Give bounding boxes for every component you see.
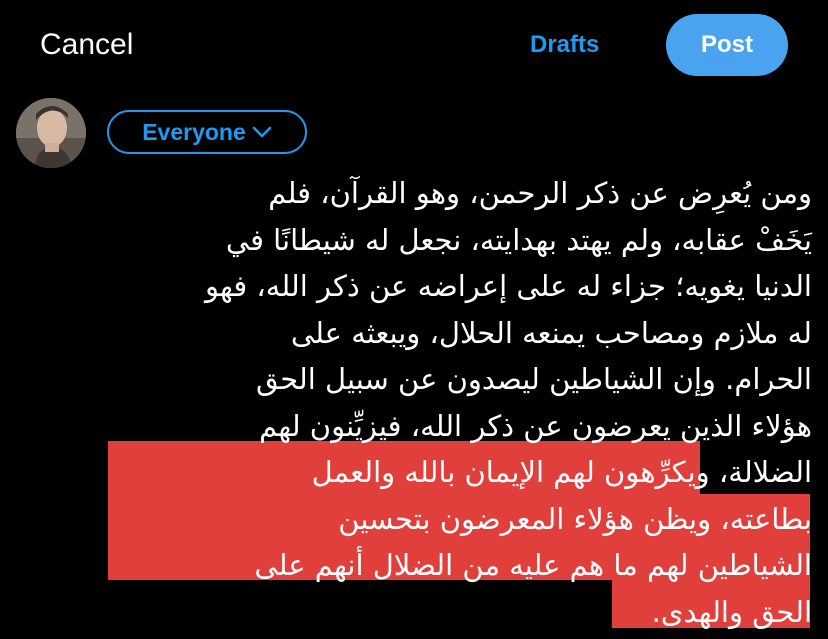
audience-label: Everyone <box>142 118 246 145</box>
audience-selector[interactable]: Everyone <box>107 110 307 154</box>
profile-photo-icon <box>16 98 86 168</box>
post-button[interactable]: Post <box>666 14 788 76</box>
drafts-button[interactable]: Drafts <box>530 28 599 62</box>
text-line: ومن يُعرِض عن ذكر الرحمن، وهو القرآن، فل… <box>268 176 812 210</box>
text-line-highlighted: بطاعته، ويظن هؤلاء المعرضون بتحسين <box>338 501 812 536</box>
text-line: يَخَفْ عقابه، ولم يهتد بهدايته، نجعل له … <box>225 222 812 257</box>
text-line-mixed: الضلالة، ويكرِّهون لهم الإيمان بالله وال… <box>96 449 812 496</box>
text-plain-segment: الضلالة، <box>718 455 812 489</box>
avatar[interactable] <box>16 98 86 168</box>
text-highlight-segment: ويكرِّهون لهم الإيمان بالله والعمل <box>311 455 710 489</box>
text-line-highlighted: الشياطين لهم ما هم عليه من الضلال أنهم ع… <box>254 548 812 582</box>
compose-header: Cancel Drafts Post <box>0 0 828 90</box>
compose-text-area[interactable]: ومن يُعرِض عن ذكر الرحمن، وهو القرآن، فل… <box>96 170 812 635</box>
text-line: له ملازم ومصاحب يمنعه الحلال، ويبعثه على <box>290 315 812 350</box>
cancel-button[interactable]: Cancel <box>40 26 133 64</box>
text-line: الدنيا يغويه؛ جزاء له على إعراضه عن ذكر … <box>204 269 812 303</box>
text-line-highlighted: الحق والهدى. <box>651 594 812 629</box>
chevron-down-icon <box>252 126 272 138</box>
text-line: الحرام. وإن الشياطين ليصدون عن سبيل الحق <box>256 362 812 396</box>
text-line: هؤلاء الذين يعرضون عن ذكر الله، فيزيِّنو… <box>259 408 812 443</box>
